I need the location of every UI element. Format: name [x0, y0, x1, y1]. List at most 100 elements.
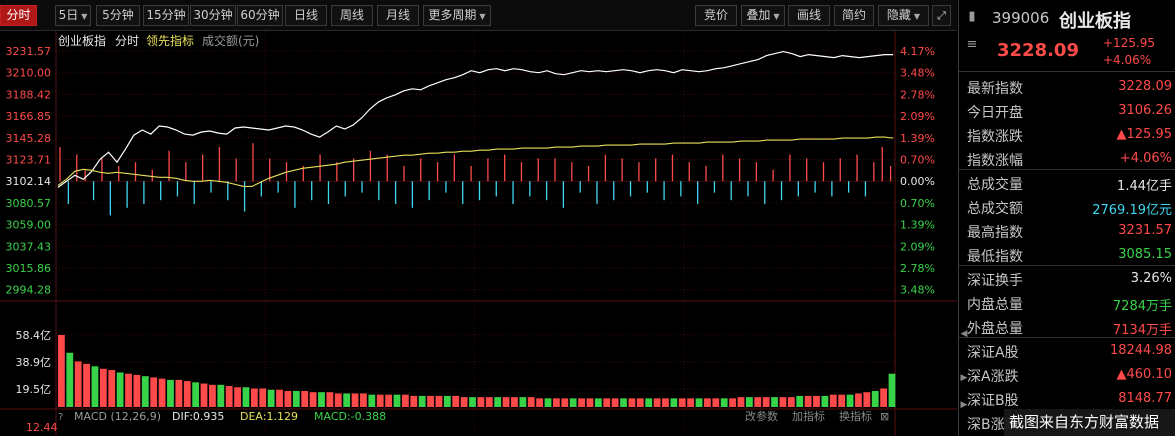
- quote-row-label: 最新指数: [967, 81, 1023, 97]
- volume-bar: [259, 388, 267, 407]
- volume-bar: [695, 398, 703, 407]
- volume-bar: [284, 390, 292, 407]
- volume-bar: [855, 393, 862, 407]
- volume-bar: [536, 398, 544, 407]
- tool-button-4[interactable]: 隐藏 ▼: [878, 5, 929, 26]
- volume-bar: [519, 397, 527, 407]
- help-icon[interactable]: ?: [58, 412, 63, 423]
- quote-row-value: ▲460.10: [1116, 367, 1173, 382]
- expand-icon[interactable]: ⤢: [932, 5, 951, 26]
- volume-bar: [687, 398, 695, 407]
- period-button-0[interactable]: 分时: [0, 5, 37, 26]
- volume-bar: [662, 398, 669, 407]
- tool-button-label: 简约: [841, 8, 866, 22]
- volume-bar: [787, 397, 795, 407]
- collapse-arrow-icon[interactable]: ◀: [959, 321, 969, 347]
- quote-row-value: 8148.77: [1118, 391, 1172, 406]
- macd-button-add-indicator[interactable]: 加指标: [792, 409, 825, 423]
- volume-bar: [502, 397, 510, 407]
- index-code: 399006: [992, 9, 1050, 27]
- volume-bar: [645, 398, 653, 407]
- price-tick-label: 3231.57: [6, 45, 52, 58]
- price-tick-label: 3080.57: [6, 197, 52, 210]
- period-button-5[interactable]: 60分钟: [237, 5, 283, 26]
- volume-bar: [242, 387, 250, 407]
- volume-bar: [544, 398, 552, 407]
- volume-bar: [360, 393, 367, 407]
- volume-bar: [603, 398, 611, 407]
- quote-row-value: 1.44亿手: [1117, 179, 1172, 194]
- volume-bar: [813, 395, 820, 407]
- volume-bar: [343, 393, 351, 407]
- volume-bar: [234, 387, 241, 407]
- quote-row: 深A涨跌 ▲460.10: [959, 363, 1175, 387]
- percent-tick-label: 2.09%: [900, 240, 935, 253]
- volume-bar: [771, 397, 778, 407]
- percent-tick-label: 1.39%: [900, 132, 935, 145]
- chart-grid: [0, 31, 957, 436]
- volume-bar: [620, 398, 627, 407]
- period-button-8[interactable]: 月线: [377, 5, 419, 26]
- volume-bar: [167, 379, 174, 407]
- quote-row-value: 3231.57: [1118, 223, 1172, 238]
- volume-bar: [569, 398, 577, 407]
- volume-bar: [133, 374, 141, 407]
- right-percent-axis: 4.17% 3.48% 2.78% 2.09% 1.39% 0.70% 0.00% 0.70%…: [900, 45, 935, 297]
- period-button-label: 分时: [6, 8, 31, 22]
- volume-bar: [477, 397, 485, 407]
- quote-row-label: 深证换手: [967, 273, 1023, 289]
- quote-row-label: 总成交量: [967, 177, 1023, 193]
- percent-tick-label: 2.78%: [900, 262, 935, 275]
- period-button-9[interactable]: 更多周期 ▼: [423, 5, 491, 26]
- volume-bar: [401, 394, 409, 407]
- tool-button-1[interactable]: 叠加 ▼: [741, 5, 785, 26]
- volume-bar: [393, 394, 401, 407]
- volume-bar: [670, 398, 678, 407]
- tool-button-3[interactable]: 简约: [834, 5, 874, 26]
- tool-button-2[interactable]: 画线: [788, 5, 830, 26]
- volume-bar: [720, 398, 728, 407]
- menu-icon[interactable]: ≡: [965, 36, 979, 54]
- macd-close-icon[interactable]: ⊠: [880, 410, 889, 423]
- caret-down-icon: ▼: [773, 12, 780, 21]
- percent-tick-label: 4.17%: [900, 45, 935, 58]
- legend-mode: 分时: [115, 34, 139, 48]
- quote-row: 深证换手 3.26%: [959, 267, 1175, 291]
- expand-arrow-icon[interactable]: ▶: [959, 365, 969, 391]
- volume-tick-label: 58.4亿: [16, 329, 52, 342]
- period-button-7[interactable]: 周线: [331, 5, 373, 26]
- volume-bar: [66, 352, 74, 407]
- period-toolbar: 分时 5日 ▼ 5分钟 15分钟 30分钟 60分钟 日线 周线 月线 更多周期 ▼ 竞价 叠加 ▼ 画线简…: [0, 0, 957, 31]
- volume-bar: [141, 376, 149, 407]
- macd-title[interactable]: MACD (12,26,9): [74, 410, 161, 423]
- volume-bar: [368, 394, 376, 407]
- quote-row-value: +4.06%: [1119, 151, 1172, 166]
- macd-dea: DEA:1.129: [240, 410, 298, 423]
- period-button-6[interactable]: 日线: [285, 5, 327, 26]
- volume-bar: [880, 388, 888, 407]
- period-button-2[interactable]: 5分钟: [96, 5, 140, 26]
- period-button-1[interactable]: 5日 ▼: [55, 5, 91, 26]
- quote-row-label: 最低指数: [967, 249, 1023, 265]
- macd-button-change-params[interactable]: 改参数: [745, 409, 778, 423]
- volume-bar: [628, 398, 636, 407]
- scroll-arrow-icon[interactable]: ▶: [959, 392, 969, 418]
- period-button-label: 更多周期: [428, 8, 477, 22]
- volume-bar: [762, 397, 770, 407]
- macd-button-switch-indicator[interactable]: 换指标: [839, 409, 872, 423]
- period-button-label: 周线: [339, 8, 364, 22]
- volume-bar: [200, 383, 208, 407]
- volume-bar: [351, 393, 359, 407]
- tool-button-label: 画线: [796, 8, 821, 22]
- volume-bar: [58, 335, 65, 407]
- price-tick-label: 3166.85: [6, 110, 52, 123]
- period-button-3[interactable]: 15分钟: [143, 5, 189, 26]
- quote-separator: [959, 265, 1175, 266]
- bar-chart-icon[interactable]: ▮: [965, 8, 979, 26]
- tool-button-0[interactable]: 竞价: [695, 5, 737, 26]
- quote-row-value: 3228.09: [1118, 79, 1172, 94]
- period-button-4[interactable]: 30分钟: [190, 5, 236, 26]
- volume-bar: [636, 398, 644, 407]
- caret-down-icon: ▼: [913, 12, 921, 21]
- quote-row: 内盘总量 7284万手: [959, 291, 1175, 315]
